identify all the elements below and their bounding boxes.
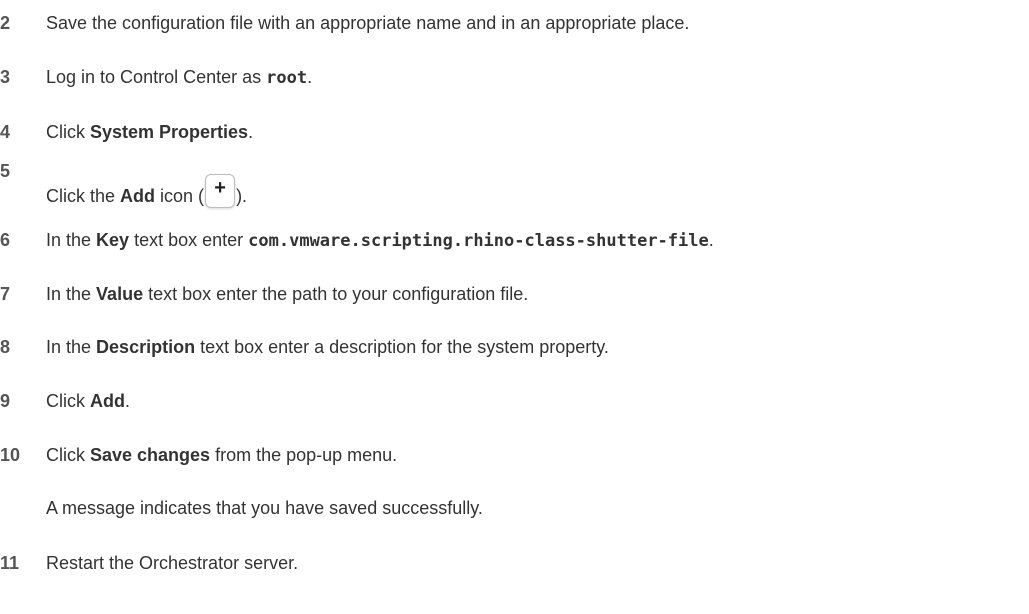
step-text-post: ).	[236, 186, 248, 206]
step-number: 5	[0, 161, 11, 181]
plus-icon: +	[205, 174, 236, 208]
step-text-pre: In the	[46, 284, 97, 304]
step-text: Restart the Orchestrator server.	[46, 548, 298, 578]
step-text-content: Save the configuration file with an appr…	[46, 13, 690, 33]
step-number: 3	[0, 67, 11, 87]
step-text-pre: Click	[46, 445, 90, 465]
user-name-code: root	[266, 68, 308, 88]
step-text-post: text box enter a description for the sys…	[195, 337, 609, 357]
step-7: 7 In the Value text box enter the path t…	[0, 279, 1029, 309]
step-9: 9 Click Add.	[0, 386, 1029, 416]
step-text-post: from the pop-up menu.	[210, 445, 398, 465]
step-result-note: A message indicates that you have saved …	[46, 498, 483, 518]
step-text-pre: Click the	[46, 186, 121, 206]
step-text-pre: In the	[46, 230, 97, 250]
step-text: Click the Add icon ( +).	[46, 174, 247, 211]
step-text-pre: Click	[46, 391, 90, 411]
step-4: 4 Click System Properties.	[0, 117, 1029, 147]
step-number: 2	[0, 13, 11, 33]
step-8: 8 In the Description text box enter a de…	[0, 332, 1029, 362]
step-text: Save the configuration file with an appr…	[46, 8, 689, 38]
ui-element-name: Add	[120, 186, 156, 206]
step-text: Click Save changes from the pop-up menu.	[46, 440, 397, 470]
step-6: 6 In the Key text box enter com.vmware.s…	[0, 225, 1029, 255]
step-text: In the Key text box enter com.vmware.scr…	[46, 225, 714, 256]
ui-element-name: System Properties	[90, 122, 249, 142]
ui-element-name: Key	[96, 230, 130, 250]
step-text-pre: Log in to Control Center as	[46, 67, 267, 87]
step-number: 9	[0, 391, 11, 411]
step-number: 7	[0, 284, 11, 304]
step-10: 10 Click Save changes from the pop-up me…	[0, 440, 1029, 470]
step-text: Click System Properties.	[46, 117, 253, 147]
step-11: 11 Restart the Orchestrator server.	[0, 548, 1029, 578]
ui-element-name: Value	[96, 284, 144, 304]
step-text-post: .	[125, 391, 131, 411]
step-number: 6	[0, 230, 11, 250]
step-text-post: .	[248, 122, 254, 142]
step-text-post: .	[307, 67, 313, 87]
step-text-content: Restart the Orchestrator server.	[46, 553, 299, 573]
step-2: 2 Save the configuration file with an ap…	[0, 8, 1029, 38]
step-text-pre: Click	[46, 122, 90, 142]
plus-glyph: +	[214, 177, 226, 199]
step-number: 4	[0, 122, 11, 142]
step-text-post: text box enter the path to your configur…	[143, 284, 529, 304]
step-text-mid: icon (	[155, 186, 205, 206]
step-text: Click Add.	[46, 386, 130, 416]
step-5: 5 Click the Add icon ( +).	[0, 161, 1029, 208]
step-text-post: .	[708, 230, 714, 250]
step-text: In the Description text box enter a desc…	[46, 332, 609, 362]
step-number: 11	[0, 553, 20, 573]
step-number: 8	[0, 337, 11, 357]
step-text-mid: text box enter	[129, 230, 249, 250]
step-text-pre: In the	[46, 337, 97, 357]
ui-element-name: Description	[96, 337, 196, 357]
ui-element-name: Add	[90, 391, 125, 411]
step-text: Log in to Control Center as root.	[46, 62, 312, 93]
step-text: In the Value text box enter the path to …	[46, 279, 528, 309]
ui-element-name: Save changes	[90, 445, 211, 465]
step-number: 10	[0, 445, 21, 465]
step-3: 3 Log in to Control Center as root.	[0, 62, 1029, 92]
property-key-code: com.vmware.scripting.rhino-class-shutter…	[248, 231, 709, 251]
